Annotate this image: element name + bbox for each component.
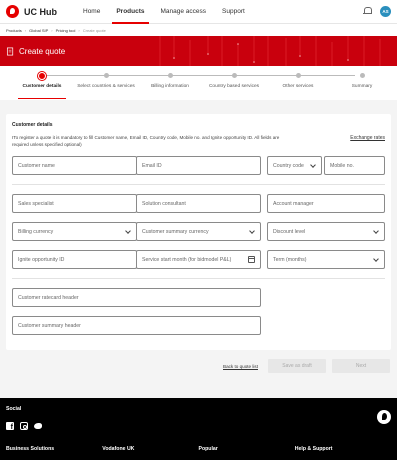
customer-details-card: Customer details ITo register a quote it…: [6, 114, 391, 350]
service-start-date-input[interactable]: Service start month (for bidmodel P&L): [136, 250, 261, 269]
email-input[interactable]: Email ID: [136, 156, 261, 175]
breadcrumb-separator: ›: [24, 27, 27, 33]
country-code-select[interactable]: Country code: [267, 156, 322, 175]
page-hero: Create quote: [0, 36, 397, 66]
hero-decoration: [159, 36, 381, 66]
step-dot-active: [38, 71, 46, 80]
nav-support[interactable]: Support: [214, 0, 253, 24]
breadcrumb-current: Create quote: [82, 27, 106, 33]
step-label: Billing information: [151, 84, 189, 89]
document-edit-icon: [6, 47, 14, 55]
next-button[interactable]: Next: [332, 359, 390, 373]
instagram-icon[interactable]: [20, 422, 28, 430]
progress-stepper: Customer details Select countries & serv…: [0, 66, 397, 100]
site-footer: Social Business Solutions Vodafone UK Po…: [0, 398, 397, 460]
step-label: Other services: [282, 84, 314, 89]
app-brand[interactable]: UC Hub: [24, 7, 57, 17]
nav-products[interactable]: Products: [108, 0, 152, 24]
step-dot: [231, 73, 237, 78]
social-title: Social: [6, 406, 22, 412]
billing-currency-select[interactable]: Billing currency: [12, 222, 137, 241]
step-customer-details[interactable]: Customer details: [9, 71, 75, 99]
exchange-rates-link[interactable]: Exchange rates: [350, 135, 385, 141]
step-dot: [359, 73, 365, 78]
section-divider: [12, 278, 385, 279]
summary-header-input[interactable]: Customer summary header: [12, 316, 261, 335]
breadcrumb-products[interactable]: Products: [6, 28, 22, 33]
breadcrumb-global-sip[interactable]: Global SIP: [29, 28, 48, 33]
footer-help-support[interactable]: Help & Support: [295, 446, 391, 452]
breadcrumb-pricing-tool[interactable]: Pricing tool: [56, 28, 76, 33]
step-dot: [103, 73, 109, 78]
section-title: Customer details: [12, 122, 53, 128]
step-select-countries[interactable]: Select countries & services: [73, 71, 139, 89]
step-country-based-services[interactable]: Country based services: [201, 71, 267, 89]
section-divider: [12, 184, 385, 185]
top-navigation: UC Hub Home Products Manage access Suppo…: [0, 0, 397, 24]
discount-level-select[interactable]: Discount level: [267, 222, 385, 241]
footer-columns: Business Solutions Vodafone UK Popular H…: [6, 446, 391, 452]
breadcrumb-separator: ›: [51, 27, 53, 33]
step-label: Select countries & services: [77, 84, 135, 89]
step-label: Customer details: [22, 84, 62, 89]
step-summary[interactable]: Summary: [329, 71, 395, 89]
service-start-label: Service start month (for bidmodel P&L): [142, 256, 232, 263]
page-title: Create quote: [19, 46, 66, 56]
footer-business-solutions[interactable]: Business Solutions: [6, 446, 102, 452]
save-as-draft-button[interactable]: Save as draft: [268, 359, 326, 373]
step-other-services[interactable]: Other services: [265, 71, 331, 89]
form-intro-text: ITo register a quote it is mandatory to …: [12, 135, 280, 147]
account-manager-input[interactable]: Account manager: [267, 194, 385, 213]
ignite-id-input[interactable]: Ignite opportunity ID: [12, 250, 137, 269]
facebook-icon[interactable]: [6, 422, 14, 431]
step-label: Summary: [351, 84, 373, 89]
step-active-underline: [18, 98, 66, 99]
vodafone-logo-icon[interactable]: [6, 5, 19, 18]
social-icons: [6, 422, 391, 431]
mobile-input[interactable]: Mobile no.: [324, 156, 385, 175]
ratecard-header-input[interactable]: Customer ratecard header: [12, 288, 261, 307]
term-select[interactable]: Term (months): [267, 250, 385, 269]
step-dot: [167, 73, 173, 78]
step-billing-information[interactable]: Billing information: [137, 71, 203, 89]
notification-bell-icon[interactable]: [363, 7, 372, 16]
step-dot: [295, 73, 301, 78]
nav-home[interactable]: Home: [75, 0, 108, 24]
twitter-icon[interactable]: [34, 422, 42, 430]
breadcrumb: Products › Global SIP › Pricing tool › C…: [0, 24, 397, 36]
footer-popular[interactable]: Popular: [199, 446, 295, 452]
vodafone-footer-logo-icon: [377, 410, 391, 424]
footer-vodafone-uk[interactable]: Vodafone UK: [102, 446, 198, 452]
customer-name-input[interactable]: Customer name: [12, 156, 137, 175]
step-label: Country based services: [208, 84, 260, 89]
breadcrumb-separator: ›: [78, 27, 80, 33]
user-avatar[interactable]: AS: [380, 6, 391, 17]
nav-manage-access[interactable]: Manage access: [153, 0, 215, 24]
sales-specialist-input[interactable]: Sales specialist: [12, 194, 137, 213]
solution-consultant-input[interactable]: Solution consultant: [136, 194, 261, 213]
calendar-icon[interactable]: [248, 256, 255, 263]
summary-currency-select[interactable]: Customer summary currency: [136, 222, 261, 241]
back-to-quote-list-link[interactable]: Back to quote list: [223, 364, 258, 369]
